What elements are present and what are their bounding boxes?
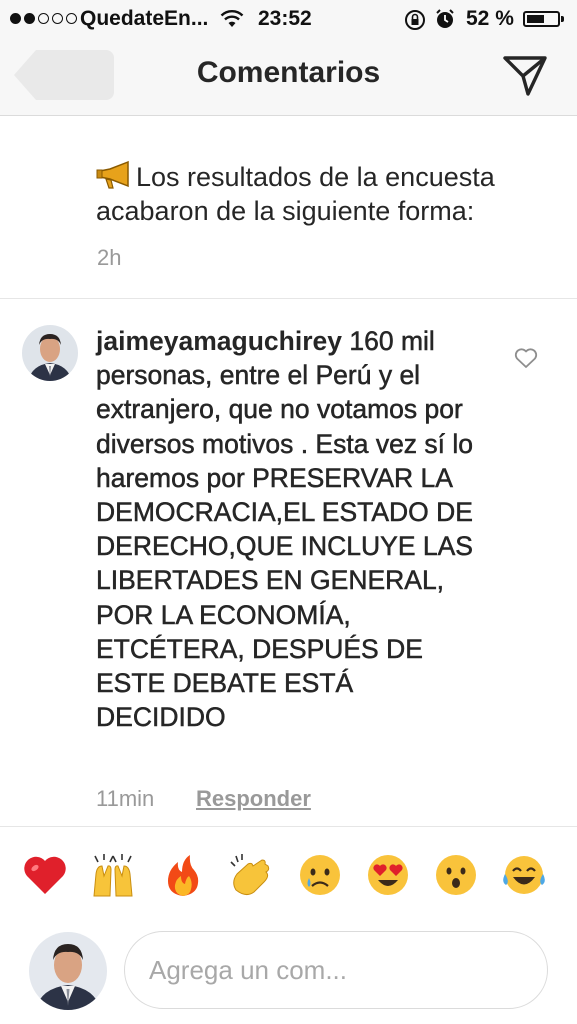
clapping-hands-emoji-icon[interactable] (228, 852, 274, 898)
comment-timestamp: 11min (96, 786, 155, 811)
comment-text: 160 mil personas, entre el Perú y el ext… (96, 326, 474, 733)
fire-emoji-icon[interactable] (160, 852, 206, 898)
signal-strength-icon (10, 13, 77, 24)
nav-bar: Comentarios (0, 38, 577, 116)
red-heart-emoji-icon[interactable] (22, 852, 68, 898)
caption-timestamp: 2h (97, 245, 122, 270)
heart-eyes-emoji-icon[interactable] (365, 852, 411, 898)
megaphone-icon (96, 160, 129, 189)
crying-face-emoji-icon[interactable] (297, 852, 343, 898)
surprised-face-emoji-icon[interactable] (433, 852, 479, 898)
heart-outline-icon[interactable] (514, 347, 538, 369)
alarm-icon (436, 9, 454, 28)
commenter-avatar[interactable] (22, 325, 78, 381)
status-bar: QuedateEn... 23:52 52 % (0, 0, 577, 38)
tears-of-joy-emoji-icon[interactable] (501, 852, 547, 898)
divider (0, 826, 577, 827)
current-user-avatar (29, 932, 107, 1010)
comment-username[interactable]: jaimeyamaguchirey (96, 326, 342, 356)
wifi-icon (220, 10, 244, 27)
raising-hands-emoji-icon[interactable] (90, 852, 136, 898)
divider (0, 298, 577, 299)
caption-text: Los resultados de la encuesta acabaron d… (96, 162, 495, 226)
carrier-name: QuedateEn... (80, 7, 209, 30)
comment-body: jaimeyamaguchirey 160 mil personas, entr… (96, 324, 481, 734)
battery-icon (523, 11, 564, 27)
paper-plane-icon[interactable] (502, 54, 548, 96)
page-title: Comentarios (196, 56, 381, 89)
comment-input[interactable] (124, 931, 548, 1009)
orientation-lock-icon (405, 10, 425, 30)
reply-button[interactable]: Responder (196, 786, 311, 812)
battery-percent: 52 % (466, 7, 514, 30)
clock: 23:52 (258, 7, 312, 30)
post-caption: Los resultados de la encuesta acabaron d… (96, 160, 556, 228)
